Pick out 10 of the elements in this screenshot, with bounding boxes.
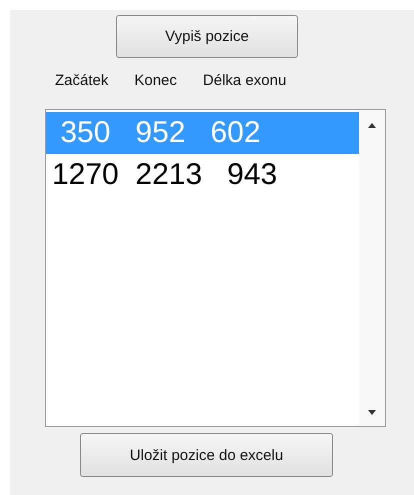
scrollbar[interactable] (359, 110, 385, 426)
listbox[interactable]: 350 952 602 1270 2213 943 (45, 109, 386, 427)
column-header: Délka exonu (202, 72, 286, 89)
column-header: Začátek (55, 72, 108, 89)
column-header: Konec (134, 72, 177, 89)
scroll-up-icon[interactable] (367, 122, 377, 128)
print-positions-button[interactable]: Vypiš pozice (116, 15, 298, 58)
scroll-down-icon[interactable] (367, 410, 377, 416)
save-to-excel-button[interactable]: Uložit pozice do excelu (80, 433, 333, 477)
list-item[interactable]: 1270 2213 943 (46, 154, 359, 196)
